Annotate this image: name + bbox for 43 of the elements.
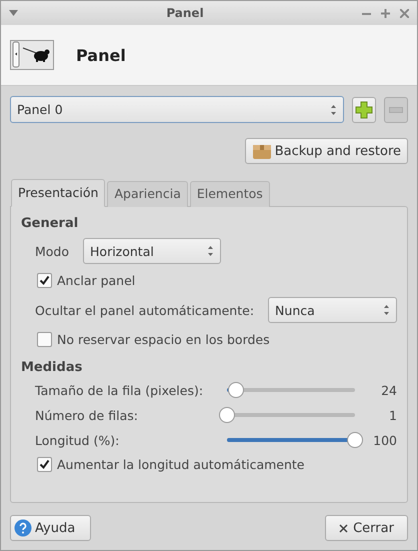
help-icon — [14, 519, 32, 537]
window-title: Panel — [165, 6, 205, 20]
add-button[interactable] — [352, 96, 376, 122]
slider-label: Longitud (%): — [35, 432, 120, 448]
backup-button[interactable]: Backup and restore — [244, 138, 408, 164]
spin-arrows-icon — [207, 245, 214, 257]
box-icon — [252, 142, 272, 160]
tab[interactable]: Apariencia — [107, 181, 188, 207]
tab[interactable]: Elementos — [190, 181, 270, 207]
slider-thumb[interactable] — [347, 432, 363, 448]
mouse-panel-icon — [10, 40, 54, 70]
checkbox-label[interactable]: Aumentar la longitud automáticamente — [57, 457, 304, 472]
help-button[interactable]: Ayuda — [10, 515, 91, 541]
menu-arrow-icon[interactable] — [9, 10, 18, 16]
slider-label: Número de filas: — [35, 408, 139, 422]
header-title: Panel — [76, 46, 126, 64]
minus-icon — [389, 106, 403, 112]
checkbox[interactable] — [37, 332, 52, 347]
close-icon — [339, 524, 348, 532]
checkbox[interactable] — [37, 457, 52, 472]
plus-icon — [355, 100, 373, 118]
spin-arrows-icon — [383, 304, 390, 316]
slider-value: 1 — [388, 408, 397, 422]
autohide-select[interactable]: Nunca — [268, 297, 397, 323]
slider-label: Tamaño de la fila (pixeles): — [35, 382, 204, 398]
close-icon[interactable] — [400, 8, 409, 18]
field-label: Ocultar el panel automáticamente: — [35, 302, 254, 318]
maximize-icon[interactable] — [381, 8, 390, 18]
tab[interactable]: Presentación — [11, 179, 106, 207]
field-label: Modo — [35, 244, 70, 258]
close-button[interactable]: Cerrar — [325, 515, 408, 541]
slider-thumb[interactable] — [219, 407, 235, 423]
slider-thumb[interactable] — [228, 382, 244, 398]
section-heading: General — [21, 216, 80, 231]
checkbox[interactable] — [37, 273, 52, 288]
checkbox-label[interactable]: Anclar panel — [57, 273, 136, 288]
slider-value: 24 — [380, 382, 397, 398]
panel-select[interactable]: Panel 0 — [10, 96, 344, 123]
mode-select[interactable]: Horizontal — [83, 238, 222, 264]
checkbox-label[interactable]: No reservar espacio en los bordes — [57, 332, 270, 347]
section-heading: Medidas — [21, 360, 84, 375]
spin-arrows-icon — [330, 104, 337, 116]
slider-value: 100 — [372, 432, 397, 448]
